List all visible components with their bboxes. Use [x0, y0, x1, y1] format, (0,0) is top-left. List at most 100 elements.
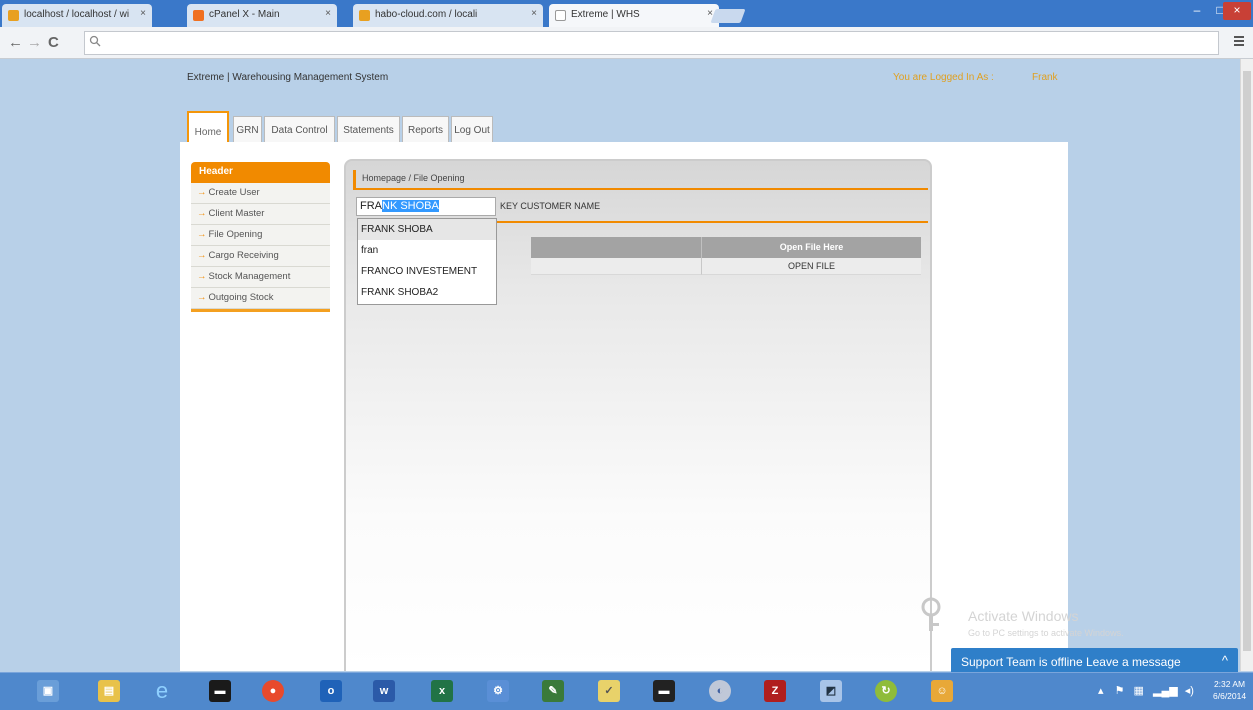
sidebar-item-create-user[interactable]: → Create User	[191, 183, 330, 204]
sidebar-item-label: Client Master	[208, 208, 265, 219]
browser-tab-label: localhost / localhost / wi	[24, 9, 130, 20]
sidebar-item-label: File Opening	[208, 229, 263, 240]
tab-home[interactable]: Home	[187, 111, 229, 142]
cpanel-favicon-icon	[193, 10, 204, 21]
web-page: Extreme | Warehousing Management System …	[0, 59, 1240, 671]
sidebar-item-label: Create User	[208, 187, 260, 198]
internet-explorer-icon[interactable]: e	[151, 680, 173, 702]
browser-tab-strip: localhost / localhost / wi × cPanel X - …	[0, 0, 1253, 27]
arrow-icon: →	[197, 187, 207, 198]
tab-close-icon[interactable]: ×	[325, 8, 331, 19]
browser-tab-extreme-whs[interactable]: Extreme | WHS ×	[549, 4, 719, 27]
tab-close-icon[interactable]: ×	[140, 8, 146, 19]
arrow-icon: →	[197, 292, 207, 303]
scrollbar-thumb[interactable]	[1243, 71, 1251, 651]
tab-close-icon[interactable]: ×	[531, 8, 537, 19]
explorer-icon[interactable]: ▣	[37, 680, 59, 702]
search-typed-text: FRA	[360, 200, 382, 212]
suggestion-item[interactable]: FRANK SHOBA2	[358, 282, 496, 303]
table-header-open-file: Open File Here	[701, 237, 921, 258]
sidebar-item-outgoing-stock[interactable]: → Outgoing Stock	[191, 288, 330, 309]
hamburger-icon[interactable]	[1233, 34, 1245, 48]
taskbar-clock[interactable]: 2:32 AM 6/6/2014	[1213, 678, 1246, 702]
browser-tab-label: cPanel X - Main	[209, 9, 280, 20]
tasks-icon[interactable]: ✓	[598, 680, 620, 702]
clock-date: 6/6/2014	[1213, 691, 1247, 701]
phpmyadmin-favicon-icon	[359, 10, 370, 21]
sidebar-item-label: Stock Management	[208, 271, 291, 282]
minimize-button[interactable]: –	[1185, 2, 1209, 20]
file-table: Open File Here OPEN FILE	[531, 237, 921, 275]
page-favicon-icon	[555, 10, 566, 21]
search-autocomplete-selection: NK SHOBA	[382, 200, 439, 212]
browser-tab-label: Extreme | WHS	[571, 9, 640, 20]
search-icon	[89, 35, 101, 47]
users-icon[interactable]: ☺	[931, 680, 953, 702]
sidebar-menu: Header → Create User → Client Master → File…	[191, 162, 330, 312]
browser-tab-cpanel[interactable]: cPanel X - Main ×	[187, 4, 337, 27]
remote-desktop-icon[interactable]: ◩	[820, 680, 842, 702]
tab-statements[interactable]: Statements	[337, 116, 400, 142]
breadcrumb: Homepage / File Opening	[353, 170, 928, 190]
tray-chevron-icon[interactable]: ▴	[1098, 685, 1104, 697]
media-icon[interactable]: ◐	[709, 680, 731, 702]
tab-data-control[interactable]: Data Control	[264, 116, 335, 142]
logged-in-label: You are Logged In As :	[893, 72, 994, 83]
excel-icon[interactable]: x	[431, 680, 453, 702]
tab-grn[interactable]: GRN	[233, 116, 262, 142]
signal-icon[interactable]: ▂▄▆	[1153, 685, 1178, 697]
network-tray-icon[interactable]: ▦	[1134, 685, 1144, 697]
arrow-icon: →	[197, 208, 207, 219]
suggestion-item[interactable]: fran	[358, 240, 496, 261]
arrow-icon: →	[197, 250, 207, 261]
reload-icon[interactable]: C	[48, 34, 59, 51]
customer-name-label: KEY CUSTOMER NAME	[500, 201, 601, 211]
sidebar-item-cargo-receiving[interactable]: → Cargo Receiving	[191, 246, 330, 267]
activate-windows-title: Activate Windows	[968, 608, 1079, 624]
flag-icon[interactable]: ⚑	[1115, 685, 1125, 697]
word-icon[interactable]: w	[373, 680, 395, 702]
chrome-icon[interactable]: ●	[262, 680, 284, 702]
page-scrollbar[interactable]	[1240, 59, 1253, 671]
network-icon[interactable]: ⚙	[487, 680, 509, 702]
browser-tab-habo-cloud[interactable]: habo-cloud.com / locali ×	[353, 4, 543, 27]
customer-search-input[interactable]: FRANK SHOBA	[356, 197, 496, 216]
sidebar-footer-bar	[191, 309, 330, 312]
volume-icon[interactable]: ◂)	[1185, 685, 1194, 697]
tab-reports[interactable]: Reports	[402, 116, 449, 142]
divider-line	[496, 221, 928, 223]
sidebar-item-file-opening[interactable]: → File Opening	[191, 225, 330, 246]
sidebar-heading: Header	[191, 162, 330, 183]
terminal-icon[interactable]: ▬	[209, 680, 231, 702]
table-cell	[531, 258, 701, 275]
windows-taskbar: ▣ ▤ e ▬ ● o w x ⚙ ✎ ✓ ▬ ◐ Z ◩ ↻ ☺ ▴ ⚑ ▦ …	[0, 672, 1253, 710]
open-file-link[interactable]: OPEN FILE	[701, 258, 921, 275]
arrow-icon: →	[197, 271, 207, 282]
system-tray: ▴ ⚑ ▦ ▂▄▆ ◂)	[1098, 684, 1194, 697]
browser-tab-phpmyadmin-local[interactable]: localhost / localhost / wi ×	[2, 4, 152, 27]
browser-tab-label: habo-cloud.com / locali	[375, 9, 478, 20]
phpmyadmin-favicon-icon	[8, 10, 19, 21]
autocomplete-dropdown: FRANK SHOBA fran FRANCO INVESTEMENT FRAN…	[357, 218, 497, 305]
sidebar-item-client-master[interactable]: → Client Master	[191, 204, 330, 225]
browser-toolbar: ← → C	[0, 27, 1253, 59]
clock-time: 2:32 AM	[1213, 679, 1246, 689]
tab-log-out[interactable]: Log Out	[451, 116, 493, 142]
sidebar-item-stock-management[interactable]: → Stock Management	[191, 267, 330, 288]
table-header-cell	[531, 237, 701, 258]
console-icon[interactable]: ▬	[653, 680, 675, 702]
sidebar-item-label: Cargo Receiving	[208, 250, 279, 261]
suggestion-item[interactable]: FRANK SHOBA	[358, 219, 496, 240]
address-bar[interactable]	[84, 31, 1219, 55]
forward-arrow-icon[interactable]: →	[27, 34, 42, 51]
sync-icon[interactable]: ↻	[875, 680, 897, 702]
file-manager-icon[interactable]: ▤	[98, 680, 120, 702]
new-tab-button[interactable]	[710, 9, 746, 23]
notepad-icon[interactable]: ✎	[542, 680, 564, 702]
suggestion-item[interactable]: FRANCO INVESTEMENT	[358, 261, 496, 282]
filezilla-icon[interactable]: Z	[764, 680, 786, 702]
outlook-icon[interactable]: o	[320, 680, 342, 702]
back-arrow-icon[interactable]: ←	[8, 34, 23, 51]
activate-windows-subtitle: Go to PC settings to activate Windows.	[968, 628, 1124, 638]
window-close-button[interactable]: ×	[1223, 2, 1251, 20]
